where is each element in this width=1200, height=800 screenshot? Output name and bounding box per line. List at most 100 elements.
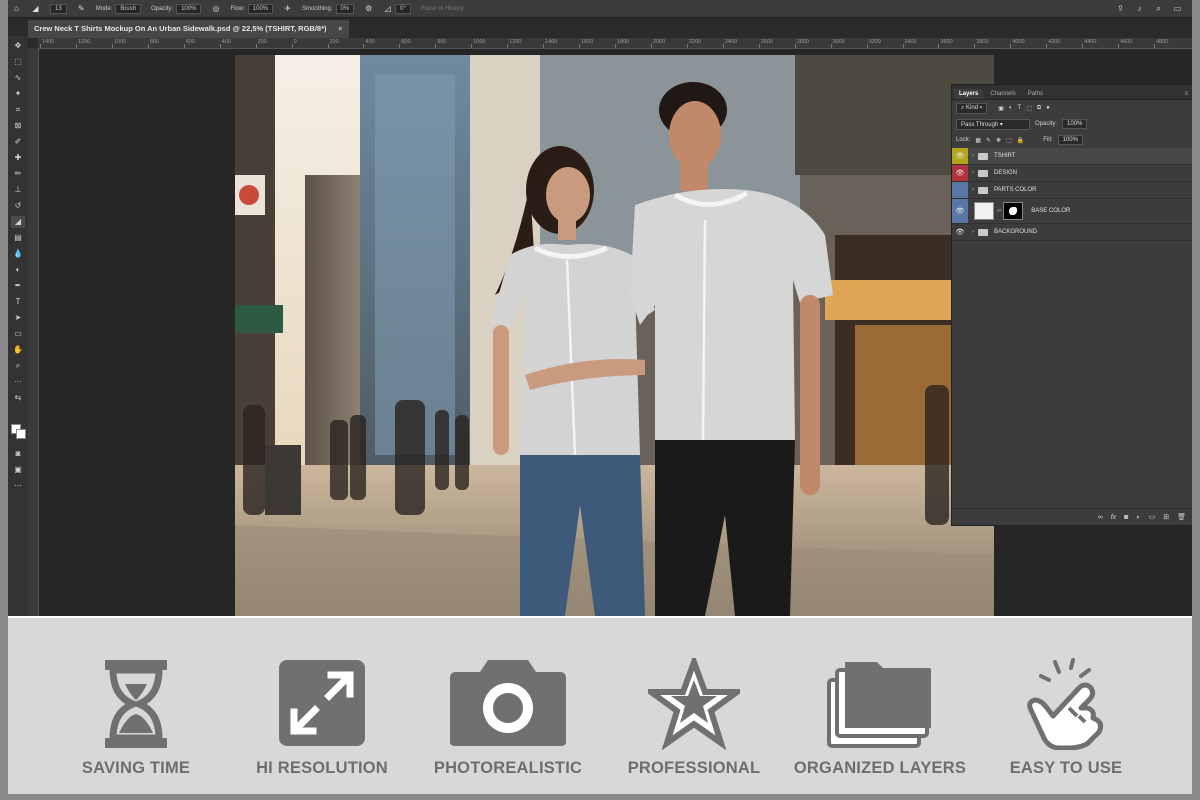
angle-input[interactable]: 0°: [395, 3, 411, 14]
smoothing-control: Smoothing: 0%: [302, 3, 355, 14]
close-icon[interactable]: ×: [338, 20, 342, 38]
airbrush-icon[interactable]: ✈: [283, 4, 292, 13]
trash-icon[interactable]: 🗑: [1177, 513, 1186, 521]
filter-smart-icon[interactable]: ⧉: [1037, 105, 1041, 112]
brush-size-picker[interactable]: 13: [50, 3, 67, 14]
filter-adjustment-icon[interactable]: ◐: [1009, 105, 1013, 111]
lock-pixels-icon[interactable]: ✎: [986, 137, 991, 144]
lasso-tool-icon[interactable]: ∿: [11, 72, 25, 84]
tab-channels[interactable]: Channels: [985, 89, 1020, 99]
fx-icon[interactable]: fx: [1111, 514, 1116, 521]
frame-tool-icon[interactable]: ⊠: [11, 120, 25, 132]
home-icon[interactable]: ⌂: [12, 4, 21, 13]
notifications-icon[interactable]: ♪: [1135, 4, 1144, 13]
ruler-tick: [327, 44, 329, 48]
swap-colors-icon[interactable]: ⇆: [11, 392, 25, 404]
layer-opacity-input[interactable]: 100%: [1062, 119, 1088, 129]
mask-icon[interactable]: ◙: [1124, 514, 1128, 521]
smoothing-input[interactable]: 0%: [335, 3, 355, 14]
brush-settings-icon[interactable]: ✎: [77, 4, 86, 13]
smoothing-settings-icon[interactable]: ⚙: [364, 4, 373, 13]
visibility-eye-icon[interactable]: 👁: [952, 148, 968, 164]
zoom-tool-icon[interactable]: ⌕: [11, 360, 25, 372]
mode-select[interactable]: Brush: [115, 3, 142, 14]
lock-transparency-icon[interactable]: ▦: [975, 137, 981, 144]
erase-to-history-checkbox[interactable]: Erase to History: [421, 6, 464, 12]
feature-professional: PROFESSIONAL: [604, 618, 784, 794]
chevron-right-icon[interactable]: ›: [968, 153, 978, 159]
edit-toolbar-icon[interactable]: ⋯: [11, 480, 25, 492]
feature-label: ORGANIZED LAYERS: [793, 759, 967, 777]
layer-group-design[interactable]: 👁 › DESIGN: [952, 165, 1192, 182]
tab-paths[interactable]: Paths: [1023, 89, 1048, 99]
crop-tool-icon[interactable]: ⌗: [11, 104, 25, 116]
layer-group-tshirt[interactable]: 👁 › TSHIRT: [952, 148, 1192, 165]
history-brush-tool-icon[interactable]: ↺: [11, 200, 25, 212]
quick-mask-icon[interactable]: ◙: [11, 448, 25, 460]
document-tab[interactable]: Crew Neck T Shirts Mockup On An Urban Si…: [28, 20, 349, 38]
chevron-right-icon[interactable]: ›: [968, 170, 978, 176]
ruler-label: 0: [293, 39, 297, 45]
pen-tool-icon[interactable]: ✒: [11, 280, 25, 292]
more-tools-icon[interactable]: ···: [11, 376, 25, 388]
lock-all-icon[interactable]: 🔒: [1017, 137, 1024, 144]
ruler-label: 2200: [688, 39, 702, 45]
brush-tool-icon[interactable]: ✏: [11, 168, 25, 180]
stamp-tool-icon[interactable]: ⊥: [11, 184, 25, 196]
background-color-swatch[interactable]: [16, 429, 26, 439]
eyedropper-tool-icon[interactable]: ✐: [11, 136, 25, 148]
tab-layers[interactable]: Layers: [954, 89, 984, 99]
fill-input[interactable]: 100%: [1057, 135, 1083, 145]
filter-pixel-icon[interactable]: ▣: [998, 105, 1004, 112]
layer-thumbnail[interactable]: [974, 202, 994, 220]
screen-mode-icon[interactable]: ▣: [11, 464, 25, 476]
pressure-opacity-icon[interactable]: ◎: [211, 4, 220, 13]
workspace-icon[interactable]: ▭: [1173, 4, 1182, 13]
dodge-tool-icon[interactable]: ◐: [11, 264, 25, 276]
link-icon[interactable]: ∞: [1098, 514, 1103, 521]
visibility-eye-icon[interactable]: 👁: [952, 224, 968, 240]
layer-group-background[interactable]: 👁 › BACKGROUND: [952, 224, 1192, 241]
lock-position-icon[interactable]: ✥: [996, 137, 1001, 144]
ruler-tick: [615, 44, 616, 48]
visibility-eye-icon[interactable]: 👁: [952, 199, 968, 223]
filter-row: ⌕ Kind ▾ ▣ ◐ T ⬚ ⧉ ●: [952, 100, 1192, 116]
hand-tool-icon[interactable]: ✋: [11, 344, 25, 356]
opacity-input[interactable]: 100%: [176, 3, 202, 14]
filter-kind-select[interactable]: ⌕ Kind ▾: [956, 102, 988, 114]
share-icon[interactable]: ⇪: [1116, 4, 1125, 13]
shape-tool-icon[interactable]: ▭: [11, 328, 25, 340]
healing-tool-icon[interactable]: ✚: [11, 152, 25, 164]
type-tool-icon[interactable]: T: [11, 296, 25, 308]
search-icon[interactable]: ⌕: [1154, 4, 1163, 13]
eraser-tool-icon[interactable]: ◢: [11, 216, 25, 228]
blend-mode-select[interactable]: Pass Through ▾: [956, 118, 1030, 130]
feature-label: HI RESOLUTION: [256, 759, 388, 777]
marquee-tool-icon[interactable]: ⬚: [11, 56, 25, 68]
filter-toggle-icon[interactable]: ●: [1046, 105, 1050, 111]
blur-tool-icon[interactable]: 💧: [11, 248, 25, 260]
visibility-toggle[interactable]: [952, 182, 968, 198]
link-icon[interactable]: ∞: [997, 208, 1001, 214]
filter-type-icon[interactable]: T: [1018, 105, 1022, 111]
panel-menu-icon[interactable]: ≡: [1180, 89, 1192, 99]
folder-icon[interactable]: ▭: [1149, 513, 1156, 521]
folder-icon: [978, 152, 988, 160]
eraser-tool-icon[interactable]: ◢: [31, 4, 40, 13]
adjustment-icon[interactable]: ◐: [1136, 514, 1140, 521]
lock-artboard-icon[interactable]: ⬚: [1006, 137, 1012, 144]
visibility-eye-icon[interactable]: 👁: [952, 165, 968, 181]
layer-group-parts-color[interactable]: › PARTS COLOR: [952, 182, 1192, 199]
new-layer-icon[interactable]: ⊞: [1163, 513, 1169, 521]
layer-base-color[interactable]: 👁 ∞ BASE COLOR: [952, 199, 1192, 224]
canvas-photo[interactable]: [235, 55, 994, 616]
chevron-right-icon[interactable]: ›: [968, 229, 978, 235]
flow-input[interactable]: 100%: [247, 3, 274, 14]
filter-shape-icon[interactable]: ⬚: [1026, 105, 1032, 112]
move-tool-icon[interactable]: ✥: [11, 40, 25, 52]
quick-select-tool-icon[interactable]: ✦: [11, 88, 25, 100]
chevron-right-icon[interactable]: ›: [968, 187, 978, 193]
layer-mask-thumbnail[interactable]: [1003, 202, 1024, 220]
gradient-tool-icon[interactable]: ▤: [11, 232, 25, 244]
path-select-tool-icon[interactable]: ➤: [11, 312, 25, 324]
